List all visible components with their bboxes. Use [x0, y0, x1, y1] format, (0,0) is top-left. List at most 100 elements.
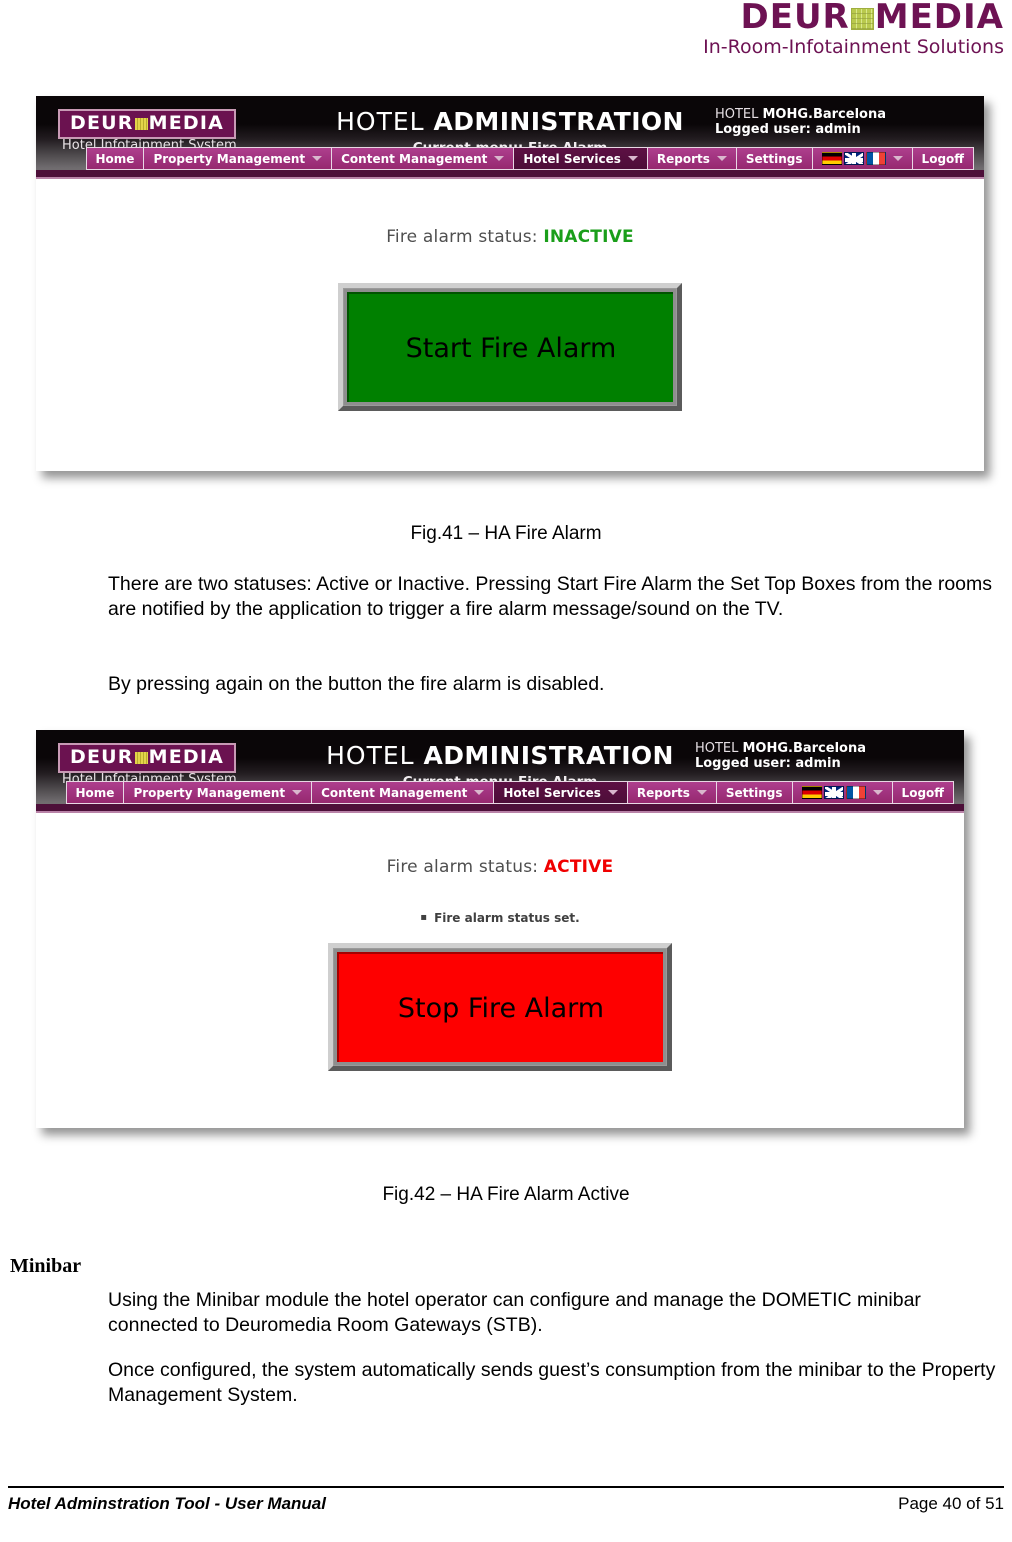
footer-title: Hotel Adminstration Tool - User Manual [8, 1494, 326, 1513]
chevron-down-icon [716, 156, 727, 161]
footer-row: Hotel Adminstration Tool - User Manual P… [8, 1494, 1004, 1514]
chevron-down-icon [607, 790, 618, 795]
logged-user-name: admin [815, 122, 861, 137]
chevron-down-icon [474, 790, 485, 795]
chevron-down-icon [312, 156, 323, 161]
language-flags [801, 786, 866, 799]
brand-block: DEUR MEDIA In-Room-Infotainment Solutions [703, 0, 1004, 58]
nav-label: Property Management [153, 151, 306, 166]
chevron-down-icon [696, 790, 707, 795]
nav-item-reports[interactable]: Reports [626, 781, 716, 804]
nav-item-settings[interactable]: Settings [735, 147, 812, 170]
hotel-label: HOTEL [714, 107, 763, 122]
hotel-name: MOHG.Barcelona [762, 107, 886, 122]
brand-tagline: In-Room-Infotainment Solutions [703, 36, 1004, 58]
app-title-thin: HOTEL [326, 741, 424, 770]
nav-item-settings[interactable]: Settings [715, 781, 792, 804]
figure-caption-41: Fig.41 – HA Fire Alarm [410, 523, 602, 544]
nav-item-language-selector[interactable] [811, 147, 912, 170]
main-navbar: Home Property Management Content Managem… [36, 781, 964, 804]
footer-divider [8, 1486, 1004, 1488]
app-title-thin: HOTEL [336, 107, 434, 136]
nav-label: Hotel Services [523, 151, 621, 166]
app-title-bold: ADMINISTRATION [433, 107, 684, 136]
status-badge: INACTIVE [543, 227, 634, 247]
deuromedia-logo: DEUR MEDIA [703, 0, 1004, 34]
status-label: Fire alarm status: [386, 857, 544, 877]
logged-user-label: Logged user: [694, 756, 796, 771]
app-content-inactive: Fire alarm status: INACTIVE Start Fire A… [36, 179, 984, 471]
nav-label: Content Management [341, 151, 488, 166]
nav-item-property-management[interactable]: Property Management [123, 781, 312, 804]
screenshot-fire-alarm-inactive: DEUR MEDIA Hotel Infotainment System HOTE… [36, 96, 984, 471]
flag-france-icon [845, 786, 866, 799]
language-flags [821, 152, 886, 165]
hotel-user-info: HOTEL MOHG.Barcelona Logged user: admin [715, 107, 886, 137]
logo-grid-icon [850, 8, 874, 30]
paragraph-statuses: There are two statuses: Active or Inacti… [108, 573, 993, 620]
status-badge: ACTIVE [543, 857, 614, 877]
logged-user-name: admin [795, 756, 841, 771]
hotel-user-info: HOTEL MOHG.Barcelona Logged user: admin [695, 741, 866, 771]
nav-item-hotel-services[interactable]: Hotel Services [493, 781, 627, 804]
nav-label: Home [95, 151, 135, 166]
chevron-down-icon [627, 156, 638, 161]
nav-label: Home [75, 785, 115, 800]
system-message: Fire alarm status set. [36, 911, 964, 925]
start-alarm-button-wrap: Start Fire Alarm [36, 283, 984, 411]
paragraph-minibar-module: Using the Minibar module the hotel opera… [108, 1289, 921, 1336]
section-heading-minibar: Minibar [10, 1255, 82, 1277]
screenshot-fire-alarm-active: DEUR MEDIA Hotel Infotainment System HOTE… [36, 730, 964, 1128]
flag-france-icon [865, 152, 886, 165]
brand-logo-text-before: DEUR [740, 0, 850, 37]
nav-item-home[interactable]: Home [85, 147, 144, 170]
header-divider [36, 170, 984, 179]
flag-uk-icon [823, 786, 844, 799]
hotel-label: HOTEL [694, 741, 743, 756]
stop-fire-alarm-label: Stop Fire Alarm [337, 952, 663, 1062]
fire-alarm-status-inactive: Fire alarm status: INACTIVE [36, 179, 984, 247]
system-message-list: Fire alarm status set. [36, 911, 964, 925]
fire-alarm-status-active: Fire alarm status: ACTIVE [36, 813, 964, 877]
chevron-down-icon [292, 790, 303, 795]
nav-item-home[interactable]: Home [65, 781, 124, 804]
chevron-down-icon [494, 156, 505, 161]
nav-label: Settings [745, 151, 803, 166]
nav-label: Logoff [921, 151, 964, 166]
main-navbar: Home Property Management Content Managem… [36, 147, 984, 170]
chevron-down-icon [872, 790, 883, 795]
document-footer: Hotel Adminstration Tool - User Manual P… [0, 1486, 1012, 1528]
brand-logo-text-after: MEDIA [874, 0, 1004, 37]
nav-label: Reports [636, 785, 690, 800]
logged-user-label: Logged user: [714, 122, 816, 137]
hotel-name: MOHG.Barcelona [742, 741, 866, 756]
nav-label: Property Management [133, 785, 286, 800]
flag-germany-icon [821, 152, 842, 165]
nav-label: Logoff [901, 785, 944, 800]
nav-item-property-management[interactable]: Property Management [143, 147, 332, 170]
document-header: DEUR MEDIA In-Room-Infotainment Solutions [0, 0, 1012, 62]
nav-item-content-management[interactable]: Content Management [331, 147, 514, 170]
nav-item-language-selector[interactable] [791, 781, 892, 804]
nav-item-logoff[interactable]: Logoff [911, 147, 974, 170]
nav-item-content-management[interactable]: Content Management [311, 781, 494, 804]
chevron-down-icon [892, 156, 903, 161]
nav-label: Content Management [321, 785, 468, 800]
paragraph-minibar-pms: Once configured, the system automaticall… [108, 1359, 996, 1406]
stop-alarm-button-wrap: Stop Fire Alarm [36, 943, 964, 1071]
flag-uk-icon [843, 152, 864, 165]
nav-label: Settings [725, 785, 783, 800]
start-fire-alarm-button[interactable]: Start Fire Alarm [338, 283, 682, 411]
nav-item-logoff[interactable]: Logoff [891, 781, 954, 804]
figure-caption-42: Fig.42 – HA Fire Alarm Active [382, 1184, 630, 1205]
app-content-active: Fire alarm status: ACTIVE Fire alarm sta… [36, 813, 964, 1128]
app-header-active: DEUR MEDIA Hotel Infotainment System HOTE… [36, 730, 964, 804]
footer-page-number: Page 40 of 51 [898, 1494, 1004, 1513]
nav-label: Hotel Services [503, 785, 601, 800]
nav-item-reports[interactable]: Reports [646, 147, 736, 170]
stop-fire-alarm-button[interactable]: Stop Fire Alarm [328, 943, 672, 1071]
status-label: Fire alarm status: [386, 227, 544, 247]
paragraph-disable: By pressing again on the button the fire… [108, 673, 605, 695]
nav-label: Reports [656, 151, 710, 166]
nav-item-hotel-services[interactable]: Hotel Services [513, 147, 647, 170]
